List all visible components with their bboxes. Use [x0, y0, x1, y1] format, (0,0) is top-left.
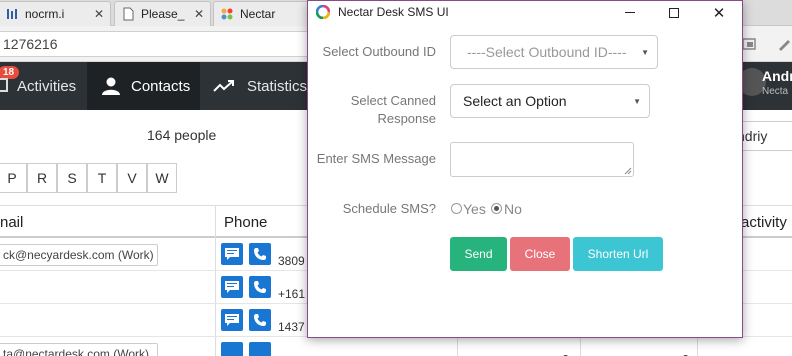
outbound-id-value: ----Select Outbound ID----	[467, 44, 627, 60]
browser-tab[interactable]: nocrm.i ✕	[0, 1, 111, 26]
chevron-down-icon: ▼	[633, 97, 641, 106]
phone-number: 1437	[278, 320, 305, 334]
canned-label-line1: Select Canned	[350, 93, 436, 108]
count-value: 0	[682, 352, 689, 356]
chevron-down-icon: ▼	[641, 48, 649, 57]
schedule-yes-radio[interactable]	[451, 203, 462, 214]
letter-button[interactable]: V	[117, 163, 147, 193]
sms-button[interactable]	[221, 342, 243, 356]
column-email[interactable]: nail	[0, 214, 23, 231]
column-phone[interactable]: Phone	[224, 214, 267, 231]
nocrm-favicon-icon	[7, 9, 17, 19]
letter-button[interactable]: P	[0, 163, 27, 193]
cast-icon[interactable]	[741, 36, 757, 52]
maximize-icon	[669, 7, 679, 18]
call-button[interactable]	[249, 309, 271, 331]
canned-label-line2: Response	[377, 111, 436, 126]
minimize-button[interactable]	[608, 1, 652, 24]
call-button[interactable]	[249, 243, 271, 265]
sms-button[interactable]	[221, 309, 243, 331]
letter-button[interactable]: S	[57, 163, 87, 193]
nav-statistics[interactable]: Statistics	[201, 62, 307, 110]
dialog-titlebar[interactable]: Nectar Desk SMS UI ✕	[308, 1, 742, 24]
sms-button[interactable]	[221, 276, 243, 298]
canned-response-select[interactable]: Select an Option ▼	[450, 84, 650, 118]
nav-activities-label: Activities	[17, 77, 77, 95]
tab-close-icon[interactable]: ✕	[190, 7, 204, 21]
schedule-no-radio[interactable]	[491, 203, 502, 214]
canned-response-label: Select Canned Response	[312, 92, 436, 128]
schedule-yes-label[interactable]: Yes	[463, 201, 486, 217]
schedule-sms-label: Schedule SMS?	[342, 201, 436, 216]
letter-button[interactable]: W	[147, 163, 177, 193]
close-icon: ✕	[712, 4, 726, 22]
shorten-url-button[interactable]: Shorten Url	[573, 237, 663, 271]
email-chip[interactable]: ta@nectardesk.com (Work)	[0, 343, 158, 356]
joomla-favicon-icon	[221, 8, 233, 20]
message-icon	[225, 314, 239, 326]
nav-statistics-label: Statistics	[246, 77, 307, 95]
person-icon	[102, 77, 120, 95]
letter-filter: P R S T V W	[0, 163, 177, 193]
browser-tab[interactable]: Nectar	[213, 1, 309, 26]
outbound-id-label: Select Outbound ID	[322, 44, 436, 59]
tab-label: Nectar	[240, 7, 276, 21]
call-button[interactable]	[249, 342, 271, 356]
count-value: 0	[562, 352, 569, 356]
message-icon	[225, 281, 239, 293]
trending-up-icon	[213, 80, 234, 92]
nav-contacts[interactable]: Contacts	[87, 62, 200, 110]
message-icon	[225, 248, 239, 260]
phone-number: 3809	[278, 254, 305, 268]
resize-grip-icon[interactable]	[624, 167, 632, 175]
pen-icon[interactable]	[776, 36, 792, 52]
nav-contacts-label: Contacts	[131, 77, 191, 95]
close-window-button[interactable]: ✕	[697, 1, 741, 24]
tab-label: nocrm.i	[25, 7, 65, 21]
minimize-icon	[625, 12, 635, 13]
sms-message-label: Enter SMS Message	[316, 151, 436, 166]
sms-dialog: Nectar Desk SMS UI ✕ Select Outbound ID …	[307, 0, 743, 338]
user-name: Andr	[762, 68, 792, 84]
tab-label: Please_	[141, 7, 185, 21]
call-button[interactable]	[249, 276, 271, 298]
nav-activities[interactable]: 18 Activities	[0, 62, 86, 110]
column-activity[interactable]: activity	[741, 214, 787, 231]
sms-message-field[interactable]	[450, 142, 634, 177]
canned-response-value: Select an Option	[463, 93, 567, 109]
outbound-id-select[interactable]: ----Select Outbound ID---- ▼	[450, 35, 658, 69]
close-button[interactable]: Close	[510, 237, 570, 271]
table-row[interactable]: ta@nectardesk.com (Work) 0 0	[0, 337, 792, 356]
phone-number: +161	[278, 287, 306, 301]
tab-close-icon[interactable]: ✕	[90, 7, 104, 21]
schedule-no-label[interactable]: No	[504, 201, 522, 217]
email-chip[interactable]: ck@necyardesk.com (Work)	[0, 244, 158, 266]
dialog-title: Nectar Desk SMS UI	[338, 5, 449, 19]
phone-icon	[254, 314, 266, 326]
send-button[interactable]: Send	[450, 237, 507, 271]
calendar-icon	[0, 78, 8, 92]
letter-button[interactable]: T	[87, 163, 117, 193]
document-icon	[123, 7, 134, 21]
user-company: Necta	[762, 86, 789, 97]
maximize-button[interactable]	[652, 1, 696, 24]
url-field[interactable]: 1276216	[0, 31, 326, 57]
sms-button[interactable]	[221, 243, 243, 265]
phone-icon	[254, 248, 266, 260]
phone-icon	[254, 281, 266, 293]
people-count: 164 people	[147, 127, 217, 143]
nectar-app-icon	[316, 5, 330, 19]
browser-tab[interactable]: Please_ ✕	[114, 1, 211, 26]
letter-button[interactable]: R	[27, 163, 57, 193]
